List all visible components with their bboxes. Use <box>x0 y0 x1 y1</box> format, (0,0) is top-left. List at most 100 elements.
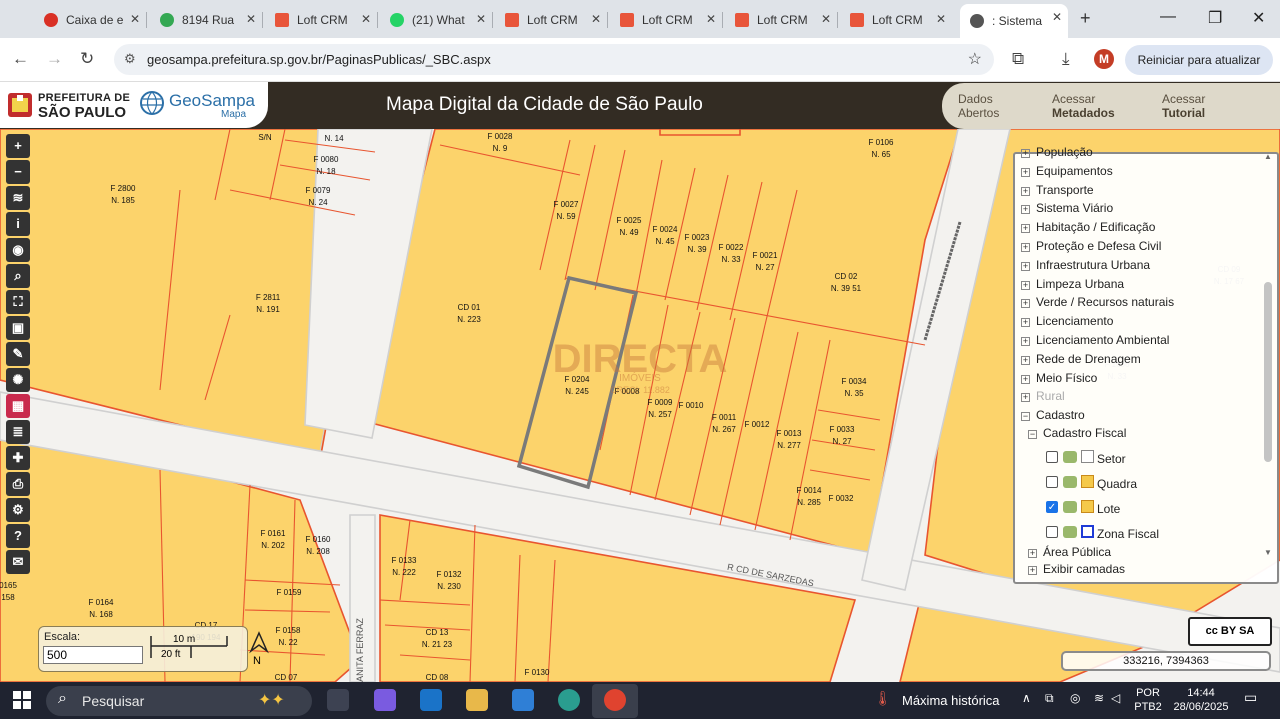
search-icon[interactable]: ⌕ <box>6 264 30 288</box>
browser-tab[interactable]: 8194 Rua ✕ <box>150 6 262 34</box>
print-icon[interactable]: ⎙ <box>6 472 30 496</box>
layer-group-item[interactable]: + Licenciamento Ambiental <box>1021 333 1169 347</box>
expand-icon[interactable]: + <box>1021 205 1030 215</box>
sublayer-label[interactable]: Zona Fiscal <box>1097 527 1159 541</box>
dados-abertos-button[interactable]: Dados Abertos <box>958 92 999 120</box>
zoom-in-button[interactable]: + <box>6 134 30 158</box>
expand-icon[interactable]: + <box>1021 318 1030 328</box>
gallery-icon[interactable]: ✺ <box>6 368 30 392</box>
block-north-strip[interactable] <box>659 129 741 136</box>
layer-group-item[interactable]: + Meio Físico <box>1021 371 1097 385</box>
layer-style-icon[interactable] <box>1063 451 1077 463</box>
browser-tab[interactable]: Caixa de e ✕ <box>34 6 146 34</box>
new-tab-button[interactable]: + <box>1080 8 1091 29</box>
layer-group-item[interactable]: + Limpeza Urbana <box>1021 277 1124 291</box>
layer-group-item[interactable]: + Equipamentos <box>1021 164 1113 178</box>
browser-tab[interactable]: Loft CRM ✕ <box>840 6 952 34</box>
taskbar-search[interactable]: ⌕ Pesquisar ✦✦ <box>46 686 312 716</box>
layer-checkbox[interactable] <box>1046 476 1058 488</box>
tray-chevron-icon[interactable]: ∧ <box>1022 691 1031 705</box>
task-view-icon[interactable] <box>327 689 349 711</box>
wifi-icon[interactable]: ≋ <box>1094 691 1104 705</box>
bookmark-star-icon[interactable]: ☆ <box>968 49 982 69</box>
close-tab-icon[interactable]: ✕ <box>361 12 371 26</box>
layer-checkbox[interactable] <box>1046 526 1058 538</box>
file-explorer-icon[interactable] <box>466 689 488 711</box>
expand-icon[interactable]: + <box>1021 243 1030 252</box>
layer-style-icon[interactable] <box>1063 476 1077 488</box>
settings-icon[interactable]: ⚙ <box>6 498 30 522</box>
layer-group-item[interactable]: + População <box>1021 145 1093 159</box>
expand-icon[interactable]: + <box>1021 374 1030 384</box>
volume-icon[interactable]: ◁ <box>1111 691 1120 705</box>
expand-icon[interactable]: + <box>1021 393 1030 403</box>
expand-icon[interactable]: + <box>1021 337 1030 346</box>
close-tab-icon[interactable]: ✕ <box>1052 10 1062 24</box>
layer-group-item[interactable]: + Verde / Recursos naturais <box>1021 295 1174 309</box>
close-tab-icon[interactable]: ✕ <box>936 12 946 26</box>
profile-avatar[interactable]: M <box>1094 49 1114 69</box>
measure-icon[interactable]: ⛶ <box>6 290 30 314</box>
acessar-tutorial-button[interactable]: Acessar Tutorial <box>1162 92 1205 120</box>
notifications-icon[interactable]: ▭ <box>1244 689 1257 706</box>
expand-icon[interactable]: + <box>1021 149 1030 158</box>
scroll-down-icon[interactable]: ▼ <box>1264 548 1272 557</box>
close-window-button[interactable]: ✕ <box>1252 8 1265 28</box>
close-tab-icon[interactable]: ✕ <box>821 12 831 26</box>
coordinate-icon[interactable]: ✚ <box>6 446 30 470</box>
layers-scrollbar[interactable] <box>1264 282 1272 462</box>
browser-tab[interactable]: (21) What ✕ <box>380 6 492 34</box>
expand-icon[interactable]: + <box>1021 186 1030 196</box>
chrome-icon[interactable] <box>604 689 626 711</box>
layer-group-item[interactable]: + Sistema Viário <box>1021 201 1113 215</box>
layer-style-icon[interactable] <box>1063 501 1077 513</box>
browser-tab[interactable]: Loft CRM ✕ <box>265 6 377 34</box>
sublayer-label[interactable]: Quadra <box>1097 477 1137 491</box>
collapse-icon[interactable]: − <box>1028 430 1037 439</box>
browser-tab[interactable]: Loft CRM ✕ <box>610 6 722 34</box>
layer-group-item[interactable]: + Área Pública <box>1028 545 1111 559</box>
expand-icon[interactable]: + <box>1021 280 1030 290</box>
close-tab-icon[interactable]: ✕ <box>246 12 256 26</box>
browser-tab[interactable]: : Sistema ✕ <box>960 4 1068 38</box>
layer-style-icon[interactable] <box>1063 526 1077 538</box>
close-tab-icon[interactable]: ✕ <box>476 12 486 26</box>
forward-icon[interactable]: → <box>46 49 63 69</box>
store-icon[interactable] <box>512 689 534 711</box>
layer-checkbox[interactable]: ✓ <box>1046 501 1058 513</box>
expand-icon[interactable]: + <box>1021 299 1030 309</box>
expand-icon[interactable]: + <box>1021 167 1030 177</box>
edge-icon[interactable] <box>558 689 580 711</box>
back-icon[interactable]: ← <box>12 49 29 69</box>
expand-icon[interactable]: + <box>1021 224 1030 234</box>
address-bar[interactable]: ⚙ geosampa.prefeitura.sp.gov.br/PaginasP… <box>114 44 994 75</box>
save-icon[interactable]: ▣ <box>6 316 30 340</box>
map-tool-icon[interactable]: ▦ <box>6 394 30 418</box>
layer-group-item[interactable]: + Habitação / Edificação <box>1021 220 1155 234</box>
sublayer-label[interactable]: Setor <box>1097 452 1126 466</box>
close-tab-icon[interactable]: ✕ <box>130 12 140 26</box>
expand-icon[interactable]: + <box>1028 549 1037 558</box>
collapse-icon[interactable]: − <box>1021 412 1030 422</box>
street-view-icon[interactable]: ◉ <box>6 238 30 262</box>
layer-group-item[interactable]: + Infraestrutura Urbana <box>1021 258 1150 272</box>
update-button[interactable]: Reiniciar para atualizar <box>1125 45 1273 75</box>
expand-icon[interactable]: + <box>1021 355 1030 365</box>
expand-icon[interactable]: + <box>1028 566 1037 575</box>
layer-group-item[interactable]: + Proteção e Defesa Civil <box>1021 239 1161 253</box>
tray-location-icon[interactable]: ◎ <box>1070 691 1080 705</box>
clock[interactable]: 14:44 28/06/2025 <box>1168 686 1234 714</box>
sublayer-label[interactable]: Lote <box>1097 502 1120 516</box>
scale-input[interactable]: 500 <box>43 646 143 664</box>
download-icon[interactable]: ⤓ <box>1062 49 1070 69</box>
contour-icon[interactable]: ≣ <box>6 420 30 444</box>
layer-group-item[interactable]: + Rede de Drenagem <box>1021 352 1141 366</box>
mail-icon[interactable]: ✉ <box>6 550 30 574</box>
maximize-button[interactable]: ❐ <box>1208 8 1222 28</box>
language-indicator[interactable]: POR PTB2 <box>1132 686 1164 714</box>
extensions-icon[interactable]: ⧉ <box>1012 49 1024 69</box>
site-info-icon[interactable]: ⚙ <box>124 51 136 67</box>
expand-icon[interactable]: + <box>1021 261 1030 271</box>
layer-checkbox[interactable] <box>1046 451 1058 463</box>
layer-group-item[interactable]: − Cadastro <box>1021 408 1085 422</box>
